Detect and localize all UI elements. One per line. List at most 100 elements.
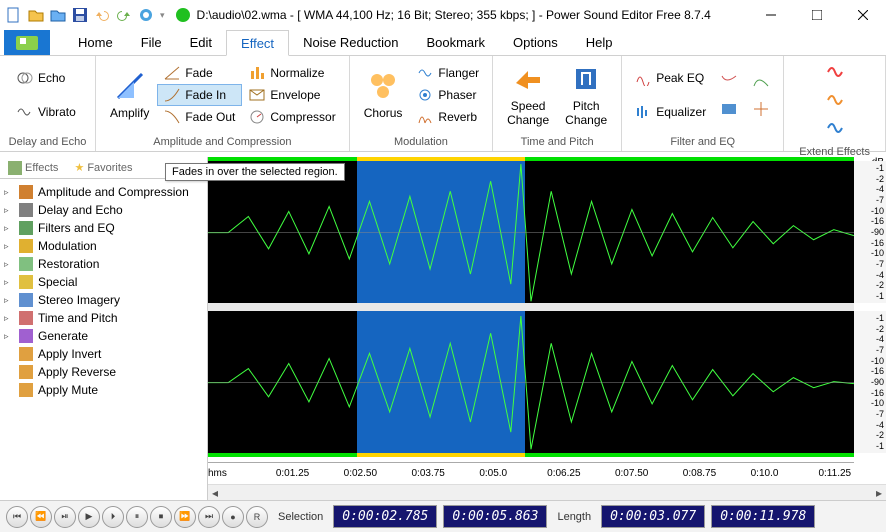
selection-ruler-bottom[interactable] bbox=[208, 453, 854, 457]
quick-access-toolbar: ▾ bbox=[0, 7, 171, 23]
fade-in-button[interactable]: Fade In bbox=[157, 84, 242, 106]
tree-item[interactable]: ▹Special bbox=[2, 273, 205, 291]
file-tab-button[interactable] bbox=[4, 30, 50, 55]
record-icon[interactable] bbox=[138, 7, 154, 23]
expander-icon[interactable]: ▹ bbox=[4, 205, 14, 216]
reverb-button[interactable]: Reverb bbox=[410, 106, 486, 128]
chorus-button[interactable]: Chorus bbox=[356, 66, 411, 124]
tree-item[interactable]: Apply Reverse bbox=[2, 363, 205, 381]
compressor-button[interactable]: Compressor bbox=[242, 106, 342, 128]
speed-change-button[interactable]: Speed Change bbox=[499, 59, 557, 131]
scroll-left-icon[interactable]: ◂ bbox=[208, 486, 222, 500]
scroll-right-icon[interactable]: ▸ bbox=[872, 486, 886, 500]
equalizer-button[interactable]: Equalizer bbox=[628, 101, 713, 123]
window-buttons bbox=[748, 0, 886, 30]
transport-btn-6[interactable]: ⏹ bbox=[150, 506, 172, 528]
tab-bookmark[interactable]: Bookmark bbox=[412, 30, 499, 55]
expander-icon[interactable]: ▹ bbox=[4, 223, 14, 234]
right-channel[interactable] bbox=[208, 311, 854, 453]
expander-icon[interactable]: ▹ bbox=[4, 313, 14, 324]
tree-item[interactable]: ▹Modulation bbox=[2, 237, 205, 255]
extend-icon-3[interactable] bbox=[825, 118, 845, 138]
transport-btn-5[interactable]: ⏸ bbox=[126, 506, 148, 528]
effects-tab[interactable]: Effects bbox=[0, 157, 66, 178]
flanger-icon bbox=[417, 65, 433, 81]
transport-btn-2[interactable]: ⏯ bbox=[54, 506, 76, 528]
fade-button[interactable]: Fade bbox=[157, 62, 242, 84]
expander-icon[interactable]: ▹ bbox=[4, 241, 14, 252]
close-button[interactable] bbox=[840, 0, 886, 30]
expander-icon[interactable]: ▹ bbox=[4, 331, 14, 342]
group-time-pitch-label: Time and Pitch bbox=[493, 134, 621, 151]
tree-icon bbox=[18, 256, 34, 272]
total-length: 0:00:11.978 bbox=[711, 505, 815, 528]
star-icon: ★ bbox=[74, 161, 84, 174]
filter-icon-4[interactable] bbox=[751, 99, 771, 119]
expander-icon[interactable]: ▹ bbox=[4, 295, 14, 306]
minimize-button[interactable] bbox=[748, 0, 794, 30]
tab-home[interactable]: Home bbox=[64, 30, 127, 55]
transport-btn-7[interactable]: ⏩ bbox=[174, 506, 196, 528]
tree-item[interactable]: ▹Generate bbox=[2, 327, 205, 345]
expander-icon[interactable]: ▹ bbox=[4, 277, 14, 288]
filter-icon-2[interactable] bbox=[719, 99, 739, 119]
expander-icon[interactable]: ▹ bbox=[4, 187, 14, 198]
transport-btn-3[interactable]: ▶ bbox=[78, 506, 100, 528]
undo-icon[interactable] bbox=[94, 7, 110, 23]
pitch-change-button[interactable]: Pitch Change bbox=[557, 59, 615, 131]
echo-button[interactable]: Echo bbox=[10, 67, 72, 89]
favorites-tab[interactable]: ★Favorites bbox=[66, 157, 140, 178]
tree-icon bbox=[18, 364, 34, 380]
filter-icon-1[interactable] bbox=[719, 71, 739, 91]
tree-item[interactable]: Apply Mute bbox=[2, 381, 205, 399]
tab-help[interactable]: Help bbox=[572, 30, 627, 55]
phaser-button[interactable]: Phaser bbox=[410, 84, 486, 106]
transport-btn-8[interactable]: ⏭ bbox=[198, 506, 220, 528]
left-channel[interactable] bbox=[208, 161, 854, 303]
transport-btn-10[interactable]: R bbox=[246, 506, 268, 528]
maximize-button[interactable] bbox=[794, 0, 840, 30]
vibrato-button[interactable]: Vibrato bbox=[10, 101, 83, 123]
tab-effect[interactable]: Effect bbox=[226, 30, 289, 56]
tree-item[interactable]: ▹Amplitude and Compression bbox=[2, 183, 205, 201]
normalize-button[interactable]: Normalize bbox=[242, 62, 342, 84]
tree-item[interactable]: ▹Filters and EQ bbox=[2, 219, 205, 237]
extend-icon-1[interactable] bbox=[825, 62, 845, 82]
tab-options[interactable]: Options bbox=[499, 30, 572, 55]
transport-btn-0[interactable]: ⏮ bbox=[6, 506, 28, 528]
redo-icon[interactable] bbox=[116, 7, 132, 23]
filter-icon-3[interactable] bbox=[751, 71, 771, 91]
save-icon[interactable] bbox=[72, 7, 88, 23]
tab-edit[interactable]: Edit bbox=[176, 30, 226, 55]
extend-icon-2[interactable] bbox=[825, 90, 845, 110]
envelope-button[interactable]: Envelope bbox=[242, 84, 342, 106]
qat-dropdown-icon[interactable]: ▾ bbox=[160, 10, 165, 21]
tab-noise-reduction[interactable]: Noise Reduction bbox=[289, 30, 412, 55]
peak-eq-button[interactable]: Peak EQ bbox=[628, 67, 713, 89]
tree-item[interactable]: ▹ Time and Pitch bbox=[2, 309, 205, 327]
tree-item[interactable]: Apply Invert bbox=[2, 345, 205, 363]
open-icon[interactable] bbox=[28, 7, 44, 23]
flanger-button[interactable]: Flanger bbox=[410, 62, 486, 84]
transport-btn-9[interactable]: ● bbox=[222, 506, 244, 528]
fade-out-button[interactable]: Fade Out bbox=[157, 106, 242, 128]
tree-icon bbox=[18, 292, 34, 308]
expander-icon[interactable]: ▹ bbox=[4, 259, 14, 270]
tree-label: Time and Pitch bbox=[38, 311, 118, 325]
amplify-button[interactable]: Amplify bbox=[102, 66, 157, 124]
tree-icon bbox=[18, 310, 34, 326]
h-scrollbar[interactable]: ◂ ▸ bbox=[208, 484, 886, 500]
transport-btn-4[interactable]: ⏵ bbox=[102, 506, 124, 528]
tab-file[interactable]: File bbox=[127, 30, 176, 55]
tree-item[interactable]: ▹Restoration bbox=[2, 255, 205, 273]
pitch-icon bbox=[570, 63, 602, 95]
tree-icon bbox=[18, 184, 34, 200]
group-delay-echo: Echo Vibrato Delay and Echo bbox=[0, 56, 96, 151]
open2-icon[interactable] bbox=[50, 7, 66, 23]
tree-item[interactable]: ▹Delay and Echo bbox=[2, 201, 205, 219]
tree-item[interactable]: ▹Stereo Imagery bbox=[2, 291, 205, 309]
tree-icon bbox=[18, 274, 34, 290]
new-icon[interactable] bbox=[6, 7, 22, 23]
envelope-icon bbox=[249, 87, 265, 103]
transport-btn-1[interactable]: ⏪ bbox=[30, 506, 52, 528]
